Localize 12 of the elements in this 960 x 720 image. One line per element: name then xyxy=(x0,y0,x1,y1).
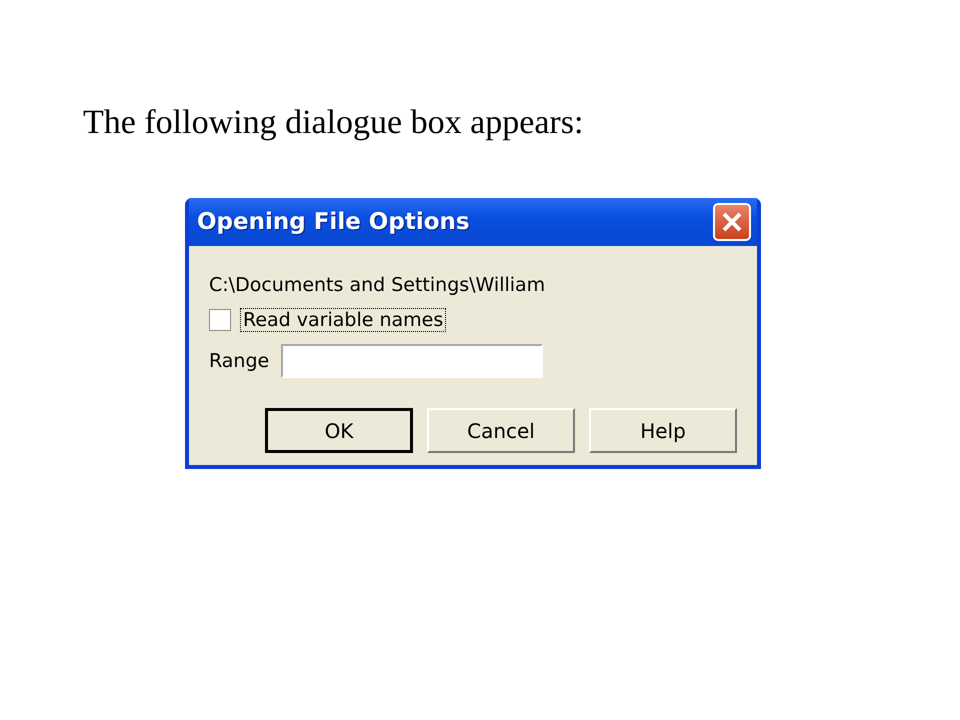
help-button[interactable]: Help xyxy=(589,408,737,453)
close-button[interactable] xyxy=(713,203,751,241)
checkbox-label[interactable]: Read variable names xyxy=(241,309,446,331)
close-icon xyxy=(721,211,743,233)
slide-heading: The following dialogue box appears: xyxy=(83,104,584,142)
range-field[interactable] xyxy=(281,344,544,378)
cancel-button[interactable]: Cancel xyxy=(427,408,575,453)
checkbox[interactable] xyxy=(209,309,231,331)
range-label: Range xyxy=(209,350,270,372)
window-title: Opening File Options xyxy=(197,209,470,235)
ok-button[interactable]: OK xyxy=(265,408,413,453)
file-path: C:\Documents and Settings\William xyxy=(209,273,546,298)
